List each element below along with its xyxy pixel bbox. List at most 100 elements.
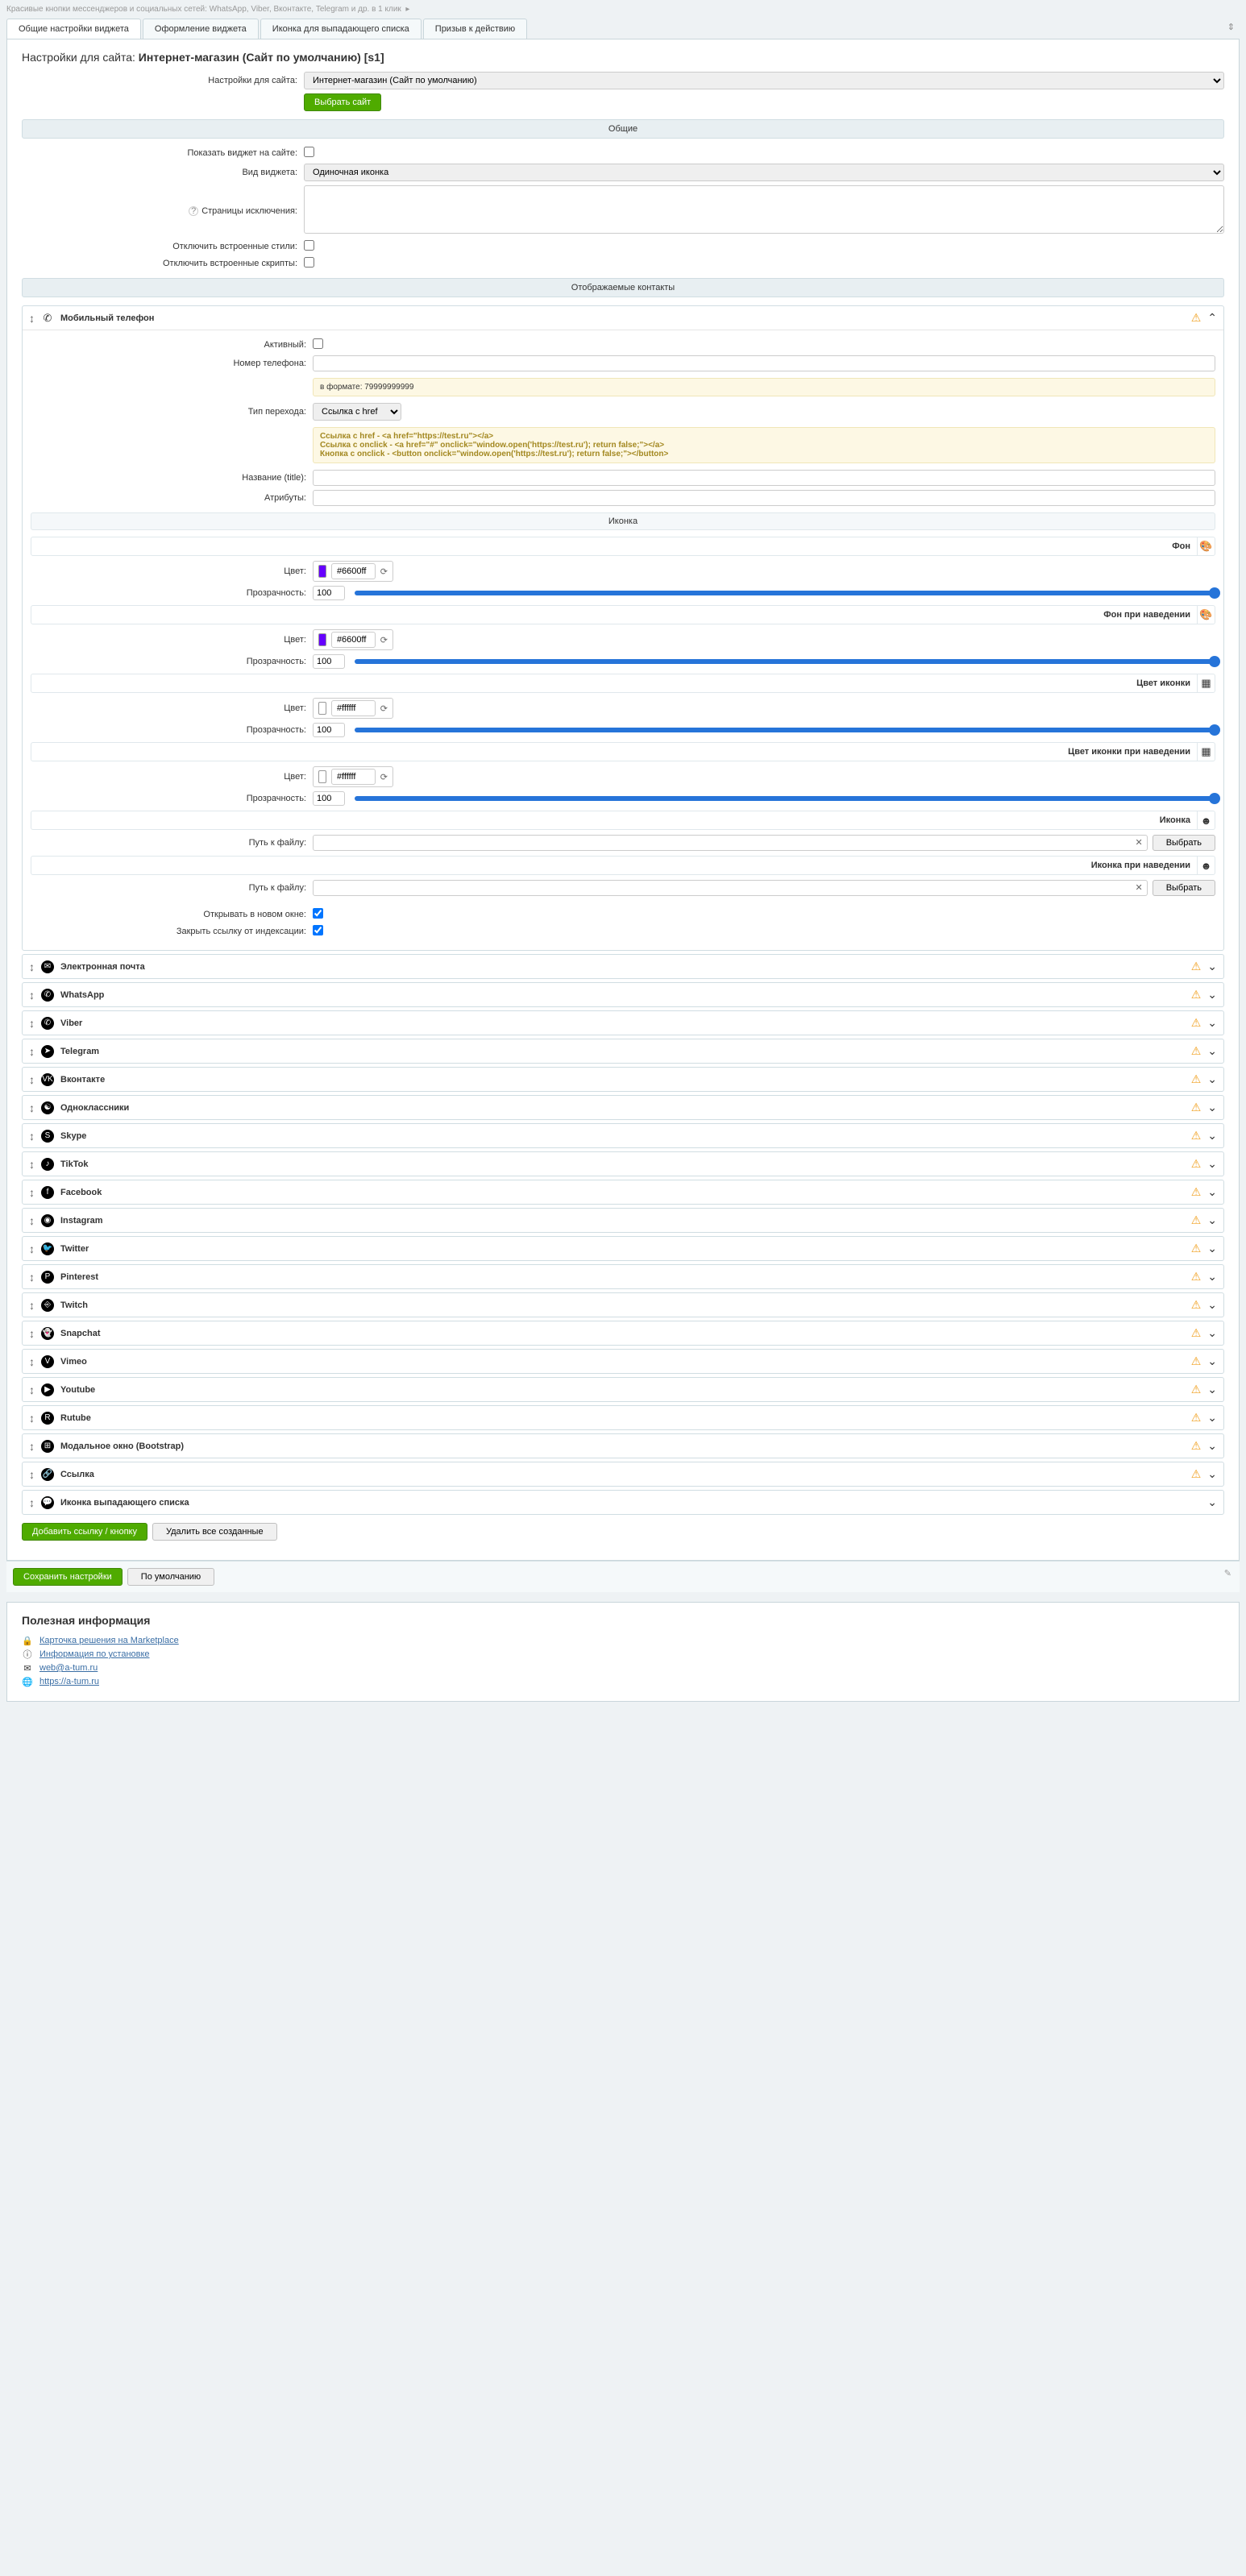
widget-type-select[interactable]: Одиночная иконка: [304, 164, 1224, 181]
chevron-down-icon: ⌄: [1207, 988, 1217, 1002]
acc-item-header[interactable]: ↕VVimeo⚠⌄: [23, 1350, 1223, 1373]
delete-all-button[interactable]: Удалить все созданные: [152, 1523, 277, 1541]
acc-item-header[interactable]: ↕▶Youtube⚠⌄: [23, 1378, 1223, 1401]
drag-icon[interactable]: ↕: [29, 1327, 35, 1340]
acc-item-header[interactable]: ↕➤Telegram⚠⌄: [23, 1039, 1223, 1063]
drag-icon[interactable]: ↕: [29, 1383, 35, 1396]
acc-dropdown-header[interactable]: ↕ 💬 Иконка выпадающего списка ⌄: [23, 1491, 1223, 1514]
drag-icon[interactable]: ↕: [29, 960, 35, 973]
drag-icon[interactable]: ↕: [29, 989, 35, 1002]
acc-item-header[interactable]: ↕RRutube⚠⌄: [23, 1406, 1223, 1429]
drag-icon[interactable]: ↕: [29, 1355, 35, 1368]
phone-input[interactable]: [313, 355, 1215, 371]
refresh-icon[interactable]: ⟳: [380, 703, 388, 714]
acc-item-header[interactable]: ↕🐦Twitter⚠⌄: [23, 1237, 1223, 1260]
color-swatch[interactable]: [318, 565, 326, 578]
drag-icon[interactable]: ↕: [29, 312, 35, 325]
bgh-opacity-input[interactable]: [313, 654, 345, 669]
noindex-checkbox[interactable]: [313, 925, 323, 935]
disable-js-checkbox[interactable]: [304, 257, 314, 268]
acc-item-header[interactable]: ↕fFacebook⚠⌄: [23, 1180, 1223, 1204]
exclusions-textarea[interactable]: [304, 185, 1224, 234]
save-button[interactable]: Сохранить настройки: [13, 1568, 123, 1586]
chevron-down-icon: ⌄: [1207, 1129, 1217, 1143]
acc-item-header[interactable]: ↕👻Snapchat⚠⌄: [23, 1321, 1223, 1345]
drag-icon[interactable]: ↕: [29, 1158, 35, 1171]
acc-phone-header[interactable]: ↕ ✆ Мобильный телефон ⚠ ⌃: [23, 306, 1223, 330]
ic-opacity-input[interactable]: [313, 723, 345, 737]
ich-opacity-input[interactable]: [313, 791, 345, 806]
refresh-icon[interactable]: ⟳: [380, 772, 388, 782]
refresh-icon[interactable]: ⟳: [380, 566, 388, 577]
refresh-icon[interactable]: ⟳: [380, 635, 388, 645]
warning-icon: ⚠: [1191, 1044, 1202, 1058]
color-swatch[interactable]: [318, 702, 326, 715]
acc-item-header[interactable]: ↕VKВконтакте⚠⌄: [23, 1068, 1223, 1091]
link-site[interactable]: https://a-tum.ru: [39, 1677, 99, 1686]
drag-icon[interactable]: ↕: [29, 1271, 35, 1284]
clear-icon[interactable]: ✕: [1135, 882, 1142, 893]
ich-opacity-slider[interactable]: [355, 796, 1215, 801]
bg-color-input[interactable]: [331, 563, 376, 579]
acc-item-header[interactable]: ↕♪TikTok⚠⌄: [23, 1152, 1223, 1176]
clear-icon[interactable]: ✕: [1135, 837, 1142, 848]
link-type-select[interactable]: Ссылка c href: [313, 403, 401, 421]
bgh-color-input[interactable]: [331, 632, 376, 648]
ic-opacity-slider[interactable]: [355, 728, 1215, 732]
blank-checkbox[interactable]: [313, 908, 323, 919]
select-site-button[interactable]: Выбрать сайт: [304, 93, 381, 111]
acc-item-header[interactable]: ↕✆Viber⚠⌄: [23, 1011, 1223, 1035]
bg-opacity-input[interactable]: [313, 586, 345, 600]
tab-design[interactable]: Оформление виджета: [143, 19, 259, 39]
ic-color-input[interactable]: [331, 700, 376, 716]
title-input[interactable]: [313, 470, 1215, 486]
help-icon[interactable]: ?: [189, 206, 198, 216]
link-email[interactable]: web@a-tum.ru: [39, 1663, 98, 1673]
tab-dropdown-icon[interactable]: Иконка для выпадающего списка: [260, 19, 422, 39]
acc-item-header[interactable]: ↕◉Instagram⚠⌄: [23, 1209, 1223, 1232]
wrench-icon[interactable]: ✎: [1224, 1568, 1231, 1578]
drag-icon[interactable]: ↕: [29, 1440, 35, 1453]
disable-css-checkbox[interactable]: [304, 240, 314, 251]
drag-icon[interactable]: ↕: [29, 1130, 35, 1143]
drag-icon[interactable]: ↕: [29, 1073, 35, 1086]
default-button[interactable]: По умолчанию: [127, 1568, 214, 1586]
tab-general[interactable]: Общие настройки виджета: [6, 19, 141, 39]
acc-item-header[interactable]: ↕SSkype⚠⌄: [23, 1124, 1223, 1147]
acc-item-header[interactable]: ↕⎆Twitch⚠⌄: [23, 1293, 1223, 1317]
color-swatch[interactable]: [318, 770, 326, 783]
acc-item-header[interactable]: ↕🔗Ссылка⚠⌄: [23, 1462, 1223, 1486]
pick-file-button[interactable]: Выбрать: [1153, 835, 1215, 851]
color-swatch[interactable]: [318, 633, 326, 646]
drag-icon[interactable]: ↕: [29, 1101, 35, 1114]
icon-hover-path-input[interactable]: [313, 880, 1148, 896]
active-checkbox[interactable]: [313, 338, 323, 349]
drag-icon[interactable]: ↕: [29, 1045, 35, 1058]
drag-icon[interactable]: ↕: [29, 1214, 35, 1227]
pick-file-button[interactable]: Выбрать: [1153, 880, 1215, 896]
acc-item-header[interactable]: ↕PPinterest⚠⌄: [23, 1265, 1223, 1288]
ich-color-input[interactable]: [331, 769, 376, 785]
bg-opacity-slider[interactable]: [355, 591, 1215, 595]
drag-icon[interactable]: ↕: [29, 1299, 35, 1312]
acc-item-header[interactable]: ↕✆WhatsApp⚠⌄: [23, 983, 1223, 1006]
site-select[interactable]: Интернет-магазин (Сайт по умолчанию): [304, 72, 1224, 89]
drag-icon[interactable]: ↕: [29, 1017, 35, 1030]
link-install[interactable]: Информация по установке: [39, 1649, 150, 1659]
bgh-opacity-slider[interactable]: [355, 659, 1215, 664]
acc-item-header[interactable]: ↕⊞Модальное окно (Bootstrap)⚠⌄: [23, 1434, 1223, 1458]
drag-icon[interactable]: ↕: [29, 1496, 35, 1509]
drag-icon[interactable]: ↕: [29, 1186, 35, 1199]
drag-icon[interactable]: ↕: [29, 1242, 35, 1255]
show-widget-checkbox[interactable]: [304, 147, 314, 157]
acc-item-header[interactable]: ↕✉Электронная почта⚠⌄: [23, 955, 1223, 978]
link-marketplace[interactable]: Карточка решения на Marketplace: [39, 1636, 179, 1645]
acc-item-header[interactable]: ↕☯Одноклассники⚠⌄: [23, 1096, 1223, 1119]
add-link-button[interactable]: Добавить ссылку / кнопку: [22, 1523, 147, 1541]
icon-path-input[interactable]: [313, 835, 1148, 851]
drag-icon[interactable]: ↕: [29, 1412, 35, 1425]
drag-icon[interactable]: ↕: [29, 1468, 35, 1481]
attr-input[interactable]: [313, 490, 1215, 506]
tab-cta[interactable]: Призыв к действию: [423, 19, 527, 39]
collapse-icon[interactable]: ⇕: [1227, 22, 1235, 32]
